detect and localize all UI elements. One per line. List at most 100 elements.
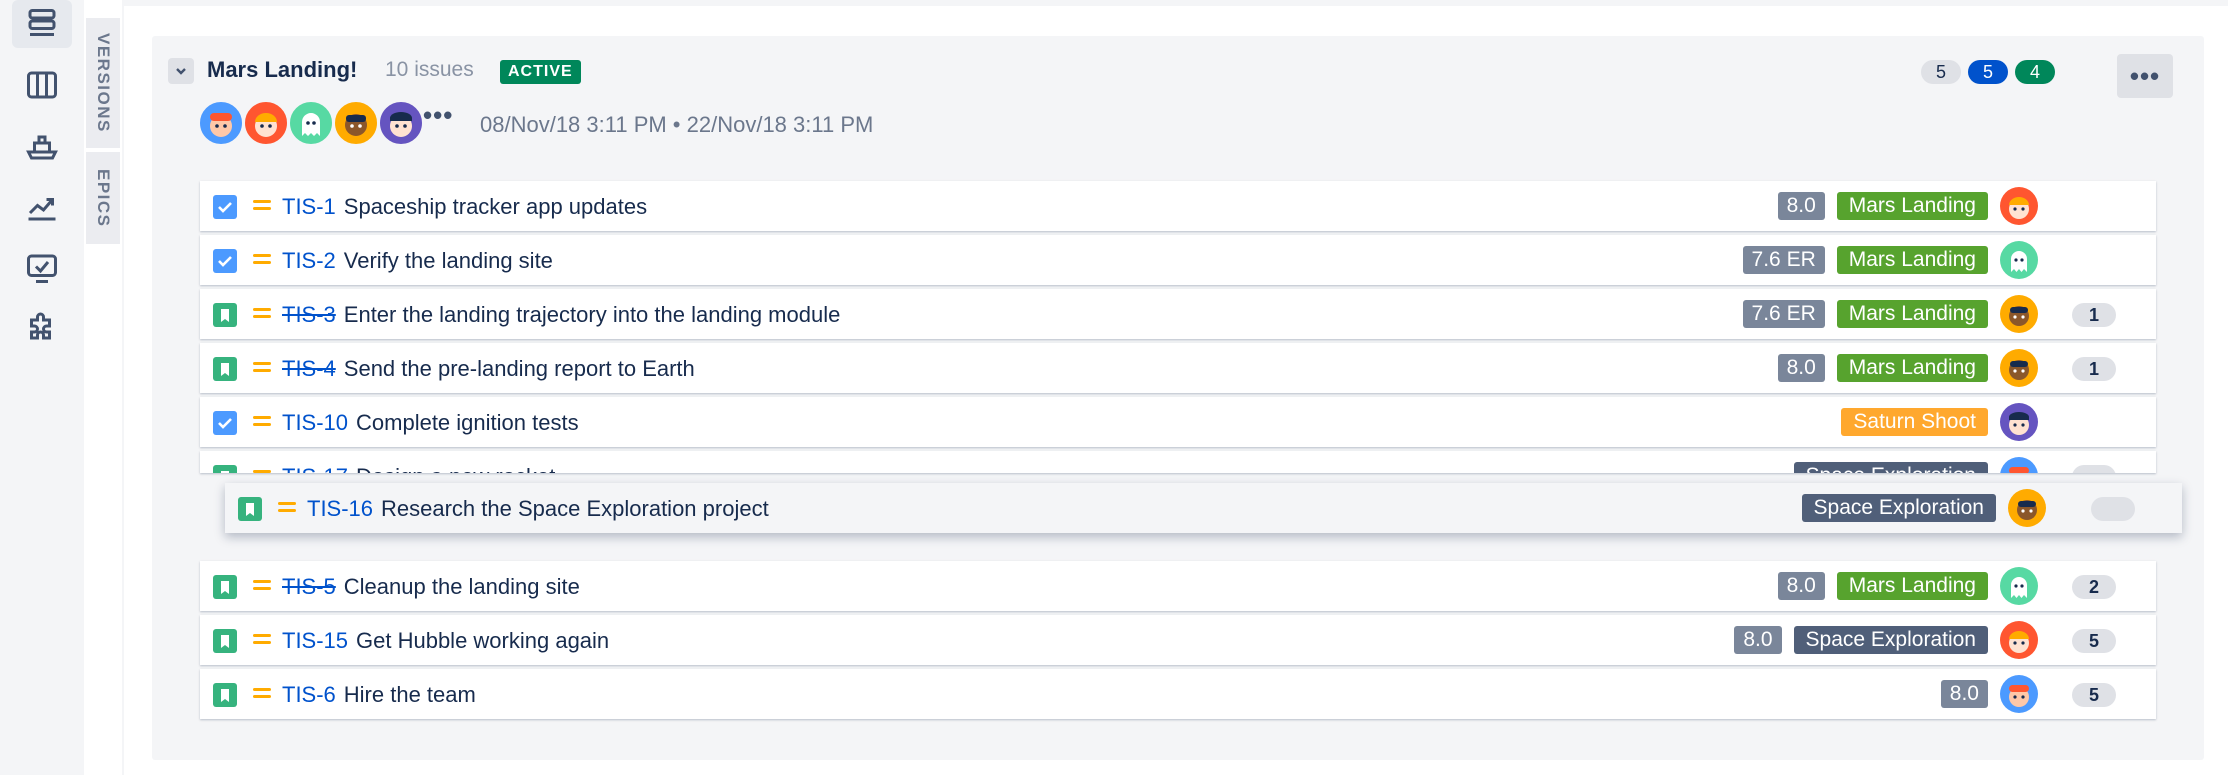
fix-version-badge: 8.0 [1777, 572, 1825, 600]
story-bookmark-icon [213, 303, 237, 327]
board-icon[interactable] [12, 61, 72, 109]
priority-medium-icon [251, 467, 273, 473]
issue-row[interactable]: TIS-15 Get Hubble working again 5 Space Exp… [200, 615, 2156, 665]
story-points-badge: 5 [2072, 629, 2116, 653]
story-bookmark-icon [213, 357, 237, 381]
dragged-issue-row[interactable]: TIS-16 Research the Space Exploration pro… [225, 483, 2182, 533]
orange-avatar[interactable] [2008, 489, 2046, 527]
issue-row[interactable]: TIS-5 Cleanup the landing site 2 Mars Landi… [200, 561, 2156, 611]
purple-avatar[interactable] [2000, 403, 2038, 441]
issue-row[interactable]: TIS-6 Hire the team 5 8.0 [200, 669, 2156, 719]
issue-summary[interactable]: Send the pre-landing report to Earth [344, 356, 695, 382]
story-points-badge: 2 [2072, 575, 2116, 599]
issue-summary[interactable]: Enter the landing trajectory into the la… [344, 302, 841, 328]
issue-key[interactable]: TIS-1 [282, 194, 336, 220]
issue-row[interactable]: TIS-3 Enter the landing trajectory into t… [200, 289, 2156, 339]
sprint-title[interactable]: Mars Landing! [207, 57, 357, 83]
issue-summary[interactable]: Verify the landing site [344, 248, 553, 274]
in-progress-count-badge: 5 [1968, 60, 2008, 84]
issue-summary[interactable]: Research the Space Exploration project [381, 496, 769, 522]
epic-label[interactable]: Mars Landing [1836, 300, 1988, 328]
epic-label[interactable]: Mars Landing [1836, 246, 1988, 274]
story-bookmark-icon [213, 629, 237, 653]
issue-row[interactable]: TIS-1 Spaceship tracker app updates Mars L… [200, 181, 2156, 231]
issue-summary[interactable]: Get Hubble working again [356, 628, 609, 654]
addon-icon[interactable] [12, 305, 72, 353]
collapse-button[interactable] [168, 58, 194, 84]
issue-key[interactable]: TIS-10 [282, 410, 348, 436]
epic-label[interactable]: Mars Landing [1836, 572, 1988, 600]
issue-summary[interactable]: Design a new rocket [356, 464, 555, 473]
priority-medium-icon [276, 499, 298, 520]
issue-summary[interactable]: Spaceship tracker app updates [344, 194, 647, 220]
orange-avatar[interactable] [2000, 349, 2038, 387]
project-sidebar [0, 0, 84, 775]
issue-row[interactable]: TIS-17 Design a new rocket Space Explorati… [200, 451, 2156, 473]
issue-key[interactable]: TIS-4 [282, 356, 336, 382]
issue-key[interactable]: TIS-17 [282, 464, 348, 473]
issues-icon[interactable] [12, 244, 72, 292]
sprint-dates: 08/Nov/18 3:11 PM • 22/Nov/18 3:11 PM [480, 112, 874, 137]
issue-key[interactable]: TIS-6 [282, 682, 336, 708]
issue-row[interactable]: TIS-4 Send the pre-landing report to Eart… [200, 343, 2156, 393]
tab-epics[interactable]: EPICS [86, 152, 120, 244]
priority-medium-icon [251, 685, 273, 706]
purple-avatar[interactable] [378, 100, 424, 146]
issue-summary[interactable]: Hire the team [344, 682, 476, 708]
fix-version-badge: 8.0 [1734, 626, 1782, 654]
fix-version-badge: 8.0 [1940, 680, 1988, 708]
red-hair-avatar[interactable] [243, 100, 289, 146]
story-points-badge [2091, 497, 2135, 521]
issue-key[interactable]: TIS-16 [307, 496, 373, 522]
tab-versions-label: VERSIONS [94, 33, 113, 133]
epic-label[interactable]: Saturn Shoot [1841, 408, 1988, 436]
tab-versions[interactable]: VERSIONS [86, 18, 120, 148]
orange-avatar[interactable] [333, 100, 379, 146]
ghost-avatar[interactable] [2000, 567, 2038, 605]
epic-label[interactable]: Space Exploration [1801, 494, 1996, 522]
story-bookmark-icon [238, 497, 262, 521]
blue-avatar[interactable] [2000, 675, 2038, 713]
ghost-avatar[interactable] [2000, 241, 2038, 279]
sprint-more-button[interactable]: ••• [2117, 54, 2173, 98]
blue-avatar[interactable] [198, 100, 244, 146]
blue-avatar[interactable] [2000, 457, 2038, 473]
red-hair-avatar[interactable] [2000, 187, 2038, 225]
priority-medium-icon [251, 359, 273, 380]
issue-row[interactable]: TIS-10 Complete ignition tests Saturn Shoo… [200, 397, 2156, 447]
task-checkbox-icon [213, 195, 237, 219]
task-checkbox-icon [213, 249, 237, 273]
story-points-badge [2072, 465, 2116, 473]
reports-icon[interactable] [12, 183, 72, 231]
status-badge: ACTIVE [500, 60, 581, 84]
priority-medium-icon [251, 197, 273, 218]
issue-key[interactable]: TIS-5 [282, 574, 336, 600]
epic-label[interactable]: Mars Landing [1836, 354, 1988, 382]
issue-row[interactable]: TIS-2 Verify the landing site Mars Landing… [200, 235, 2156, 285]
issue-key[interactable]: TIS-3 [282, 302, 336, 328]
divider [122, 0, 124, 775]
releases-icon[interactable] [12, 122, 72, 170]
issue-key[interactable]: TIS-15 [282, 628, 348, 654]
more-team-button[interactable]: ••• [423, 100, 453, 131]
fix-version-badge: 7.6 ER [1742, 300, 1825, 328]
backlog-icon[interactable] [12, 0, 72, 48]
epic-label[interactable]: Space Exploration [1793, 626, 1988, 654]
story-bookmark-icon [213, 465, 237, 473]
epic-label[interactable]: Space Exploration [1793, 462, 1988, 473]
priority-medium-icon [251, 251, 273, 272]
story-points-badge: 5 [2072, 683, 2116, 707]
epic-label[interactable]: Mars Landing [1836, 192, 1988, 220]
fix-version-badge: 8.0 [1777, 192, 1825, 220]
issue-summary[interactable]: Complete ignition tests [356, 410, 579, 436]
ghost-avatar[interactable] [288, 100, 334, 146]
side-tabs: VERSIONS EPICS [86, 18, 120, 244]
orange-avatar[interactable] [2000, 295, 2038, 333]
story-points-badge: 1 [2072, 303, 2116, 327]
fix-version-badge: 8.0 [1777, 354, 1825, 382]
story-bookmark-icon [213, 575, 237, 599]
issue-summary[interactable]: Cleanup the landing site [344, 574, 580, 600]
issue-key[interactable]: TIS-2 [282, 248, 336, 274]
red-hair-avatar[interactable] [2000, 621, 2038, 659]
todo-count-badge: 5 [1921, 60, 1961, 84]
